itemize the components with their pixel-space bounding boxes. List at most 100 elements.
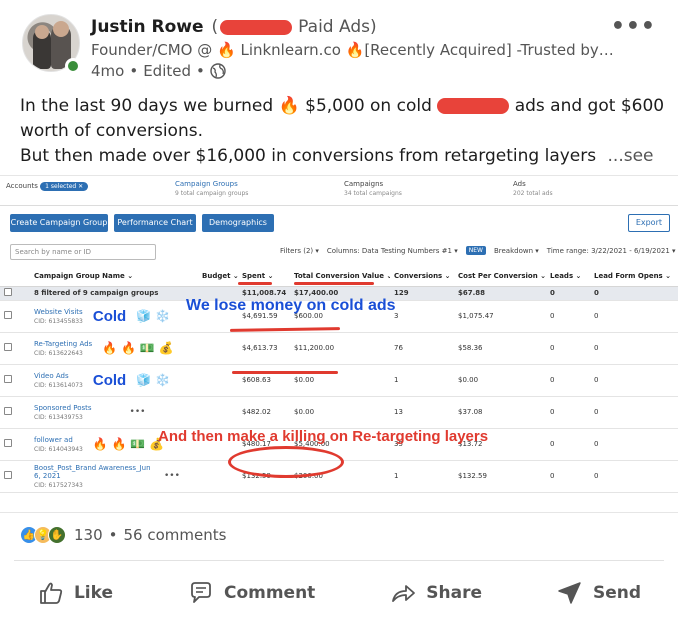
campaign-id: CID: 614043943 <box>34 445 83 453</box>
spent-cell: $482.02 <box>238 396 290 429</box>
conversions-cell: 76 <box>390 332 454 365</box>
demographics-button[interactable]: Demographics <box>202 214 274 232</box>
campaign-name[interactable]: Re-Targeting Ads <box>34 340 92 348</box>
campaign-id: CID: 613439753 <box>34 413 83 421</box>
emoji-annotation: 🧊 ❄️ <box>136 373 170 387</box>
column-header[interactable]: Leads ⌄ <box>546 266 590 287</box>
performance-chart-button[interactable]: Performance Chart <box>114 214 196 232</box>
ads-toolbar: Create Campaign Group Performance Chart … <box>10 214 670 232</box>
post-text-line3: But then made over $16,000 in conversion… <box>20 146 597 166</box>
send-button[interactable]: Send <box>556 575 641 611</box>
row-checkbox[interactable] <box>4 439 12 447</box>
breakdown-dropdown[interactable]: Breakdown ▾ <box>494 247 539 255</box>
column-header[interactable]: Campaign Group Name ⌄ <box>30 266 198 287</box>
leads-cell: 0 <box>546 332 590 365</box>
tab-campaigns[interactable]: Campaigns 34 total campaigns <box>338 176 507 205</box>
tcv-cell: $0.00 <box>290 396 390 429</box>
comment-icon <box>191 582 211 603</box>
redaction-mark <box>220 19 293 35</box>
tab-campaign-groups[interactable]: Campaign Groups 9 total campaign groups <box>169 176 338 205</box>
table-row[interactable]: Re-Targeting Ads CID: 613622643 🔥 🔥 💵 💰 $… <box>0 332 678 365</box>
column-header[interactable]: Budget ⌄ <box>198 266 238 287</box>
new-badge: NEW <box>465 246 486 255</box>
spent-cell: $608.63 <box>238 364 290 397</box>
table-row[interactable]: Sponsored Posts CID: 613439753 ••• $482.0… <box>0 396 678 429</box>
row-checkbox[interactable] <box>4 343 12 351</box>
column-header[interactable]: Cost Per Conversion ⌄ <box>454 266 546 287</box>
campaign-name[interactable]: Boost_Post_Brand Awareness_Jun 6, 2021 <box>34 464 154 480</box>
support-reaction-icon: ✋ <box>48 526 66 544</box>
column-header[interactable]: Lead Form Opens ⌄ <box>590 266 678 287</box>
row-more-icon[interactable]: ••• <box>130 407 146 417</box>
summary-leads: 0 <box>546 286 590 301</box>
tab-sub: 34 total campaigns <box>344 190 402 197</box>
send-label: Send <box>592 583 641 603</box>
summary-lfo: 0 <box>590 286 678 301</box>
row-more-icon[interactable]: ••• <box>164 471 180 481</box>
tab-label: Campaign Groups <box>175 180 238 188</box>
post-text-line1b: ads and got $600 <box>514 96 665 116</box>
tcv-cell: $11,200.00 <box>290 332 390 365</box>
lfo-cell: 0 <box>590 364 678 397</box>
time-range-dropdown[interactable]: Time range: 3/22/2021 - 6/19/2021 ▾ <box>547 247 676 255</box>
comments-count[interactable]: 56 comments <box>124 526 227 544</box>
tab-ads[interactable]: Ads 202 total ads <box>507 176 676 205</box>
conversions-cell: 1 <box>390 460 454 493</box>
filters-dropdown[interactable]: Filters (2) ▾ <box>280 247 319 255</box>
count-separator: • <box>108 526 118 544</box>
like-button[interactable]: Like <box>37 575 113 611</box>
conversions-cell: 3 <box>390 300 454 333</box>
cpc-cell: $37.08 <box>454 396 546 429</box>
comment-button[interactable]: Comment <box>187 575 315 611</box>
share-label: Share <box>426 583 482 603</box>
row-checkbox[interactable] <box>4 471 12 479</box>
campaign-id: CID: 617527343 <box>34 481 83 489</box>
reaction-count[interactable]: 130 <box>74 526 103 544</box>
author-name[interactable]: Justin Rowe <box>91 17 204 37</box>
author-name-suffix: Paid Ads) <box>298 17 377 37</box>
tab-accounts[interactable]: Accounts 1 selected ✕ <box>0 176 169 205</box>
annotation-retarget-win: And then make a killing on Re-targeting … <box>158 428 489 445</box>
columns-dropdown[interactable]: Columns: Data Testing Numbers #1 ▾ <box>327 247 458 255</box>
globe-icon <box>210 63 226 79</box>
campaign-name[interactable]: Sponsored Posts <box>34 404 92 412</box>
tab-sub: 202 total ads <box>513 190 553 197</box>
more-options-icon[interactable]: ••• <box>611 14 656 39</box>
cpc-cell: $0.00 <box>454 364 546 397</box>
campaign-id: CID: 613622643 <box>34 349 83 357</box>
redaction-mark <box>437 98 510 114</box>
column-header[interactable]: Conversions ⌄ <box>390 266 454 287</box>
like-label: Like <box>73 583 114 603</box>
share-button[interactable]: Share <box>389 575 482 611</box>
table-row[interactable]: Video Ads CID: 613614073 Cold 🧊 ❄️ $608.6… <box>0 364 678 397</box>
divider <box>14 560 664 561</box>
lfo-cell: 0 <box>590 396 678 429</box>
spent-cell: $4,613.73 <box>238 332 290 365</box>
tab-label: Campaigns <box>344 180 384 188</box>
campaign-id: CID: 613614073 <box>34 381 83 389</box>
campaign-id: CID: 613455833 <box>34 317 83 325</box>
meta-separator: • <box>196 62 205 80</box>
create-campaign-group-button[interactable]: Create Campaign Group <box>10 214 108 232</box>
select-all-checkbox[interactable] <box>4 288 12 296</box>
row-checkbox[interactable] <box>4 407 12 415</box>
edited-label: Edited <box>143 62 192 80</box>
summary-name: 8 filtered of 9 campaign groups <box>30 286 198 301</box>
lfo-cell: 0 <box>590 428 678 461</box>
ads-manager-screenshot: Accounts 1 selected ✕ Campaign Groups 9 … <box>0 175 678 513</box>
campaign-name[interactable]: Website Visits <box>34 308 83 316</box>
conversions-cell: 13 <box>390 396 454 429</box>
conversions-cell: 1 <box>390 364 454 397</box>
row-checkbox[interactable] <box>4 311 12 319</box>
campaign-name[interactable]: Video Ads <box>34 372 83 380</box>
selected-badge: 1 selected ✕ <box>40 182 89 191</box>
campaign-name[interactable]: follower ad <box>34 436 83 444</box>
cold-tag: Cold <box>92 371 127 389</box>
social-counts[interactable]: 👍 💡 ✋ 130 • 56 comments <box>20 526 226 544</box>
export-button[interactable]: Export <box>627 214 670 232</box>
search-input[interactable]: Search by name or ID <box>10 244 156 260</box>
author-name-line[interactable]: Justin Rowe ( Paid Ads) <box>91 16 377 38</box>
row-underline <box>232 371 338 374</box>
row-checkbox[interactable] <box>4 375 12 383</box>
author-headline: Founder/CMO @ 🔥 Linknlearn.co 🔥[Recently… <box>91 41 616 59</box>
